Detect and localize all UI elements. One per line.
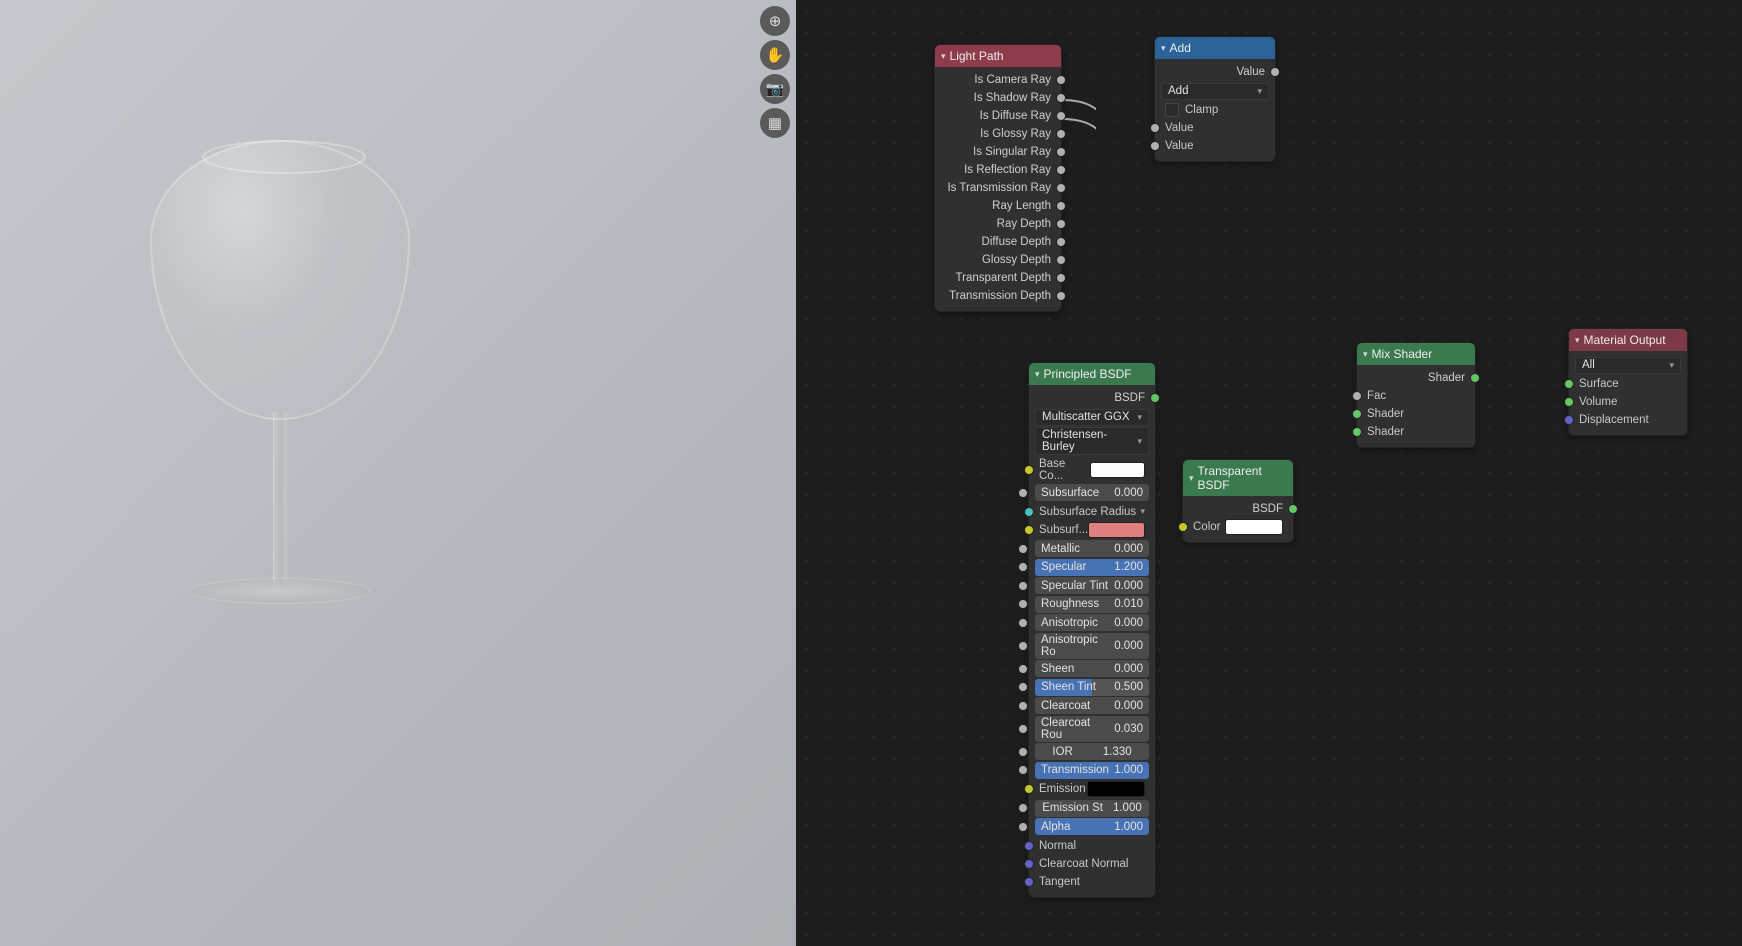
base-color-row[interactable]: Base Co... — [1035, 457, 1149, 483]
input-value-2[interactable]: Value — [1161, 137, 1269, 155]
output-is-diffuse-ray[interactable]: Is Diffuse Ray — [941, 107, 1055, 125]
input-fac[interactable]: Fac — [1363, 387, 1469, 405]
output-bsdf[interactable]: BSDF — [1189, 500, 1287, 518]
prop-alpha[interactable]: Alpha1.000 — [1035, 818, 1149, 835]
output-is-shadow-ray[interactable]: Is Shadow Ray — [941, 89, 1055, 107]
clamp-checkbox[interactable]: Clamp — [1161, 101, 1269, 119]
chevron-down-icon: ▾ — [941, 51, 946, 62]
chevron-down-icon: ▾ — [1363, 349, 1368, 360]
subsurf-color-swatch[interactable] — [1088, 522, 1145, 538]
emission-row[interactable]: Emission — [1035, 780, 1149, 798]
distribution-select[interactable]: Multiscatter GGX▾ — [1035, 409, 1149, 426]
chevron-down-icon: ▾ — [1035, 369, 1040, 380]
output-diffuse-depth[interactable]: Diffuse Depth — [941, 233, 1055, 251]
prop-roughness[interactable]: Roughness0.010 — [1035, 596, 1149, 613]
output-is-transmission-ray[interactable]: Is Transmission Ray — [941, 179, 1055, 197]
node-header-principled[interactable]: ▾ Principled BSDF — [1029, 363, 1155, 385]
prop-anisotropic-rotation[interactable]: Anisotropic Ro0.000 — [1035, 633, 1149, 659]
zoom-icon[interactable]: ⊕ — [760, 6, 790, 36]
prop-specular-tint[interactable]: Specular Tint0.000 — [1035, 577, 1149, 594]
input-clearcoat-normal[interactable]: Clearcoat Normal — [1035, 855, 1149, 873]
input-shader-2[interactable]: Shader — [1363, 423, 1469, 441]
output-bsdf[interactable]: BSDF — [1035, 389, 1149, 407]
input-surface[interactable]: Surface — [1575, 375, 1681, 393]
render-preview-glass — [140, 140, 420, 660]
output-is-camera-ray[interactable]: Is Camera Ray — [941, 71, 1055, 89]
render-viewport[interactable]: ⊕ ✋ 📷 ▦ — [0, 0, 796, 946]
base-color-swatch[interactable] — [1090, 462, 1145, 478]
output-is-reflection-ray[interactable]: Is Reflection Ray — [941, 161, 1055, 179]
prop-clearcoat-roughness[interactable]: Clearcoat Rou0.030 — [1035, 716, 1149, 742]
input-value-1[interactable]: Value — [1161, 119, 1269, 137]
operation-select[interactable]: Add▾ — [1161, 83, 1269, 100]
viewport-toolbar: ⊕ ✋ 📷 ▦ — [760, 6, 790, 138]
output-glossy-depth[interactable]: Glossy Depth — [941, 251, 1055, 269]
chevron-down-icon: ▾ — [1575, 335, 1580, 346]
node-editor[interactable]: ▾ Light Path Is Camera Ray Is Shadow Ray… — [796, 0, 1742, 946]
input-shader-1[interactable]: Shader — [1363, 405, 1469, 423]
prop-anisotropic[interactable]: Anisotropic0.000 — [1035, 614, 1149, 631]
subsurface-radius-row[interactable]: Subsurface Radius ▾ — [1035, 503, 1149, 521]
prop-metallic[interactable]: Metallic0.000 — [1035, 540, 1149, 557]
prop-sheen-tint[interactable]: Sheen Tint0.500 — [1035, 679, 1149, 696]
prop-clearcoat[interactable]: Clearcoat0.000 — [1035, 697, 1149, 714]
output-is-singular-ray[interactable]: Is Singular Ray — [941, 143, 1055, 161]
input-volume[interactable]: Volume — [1575, 393, 1681, 411]
output-value[interactable]: Value — [1161, 63, 1269, 81]
node-header-add[interactable]: ▾ Add — [1155, 37, 1275, 59]
output-transmission-depth[interactable]: Transmission Depth — [941, 287, 1055, 305]
prop-emission-strength[interactable]: Emission St1.000 — [1035, 800, 1149, 817]
node-principled-bsdf[interactable]: ▾ Principled BSDF BSDF Multiscatter GGX▾… — [1028, 362, 1156, 898]
node-header-light-path[interactable]: ▾ Light Path — [935, 45, 1061, 67]
node-title: Transparent BSDF — [1198, 464, 1285, 492]
prop-specular[interactable]: Specular1.200 — [1035, 559, 1149, 576]
emission-swatch[interactable] — [1087, 781, 1145, 797]
input-displacement[interactable]: Displacement — [1575, 411, 1681, 429]
node-header-transparent[interactable]: ▾ Transparent BSDF — [1183, 460, 1293, 496]
output-is-glossy-ray[interactable]: Is Glossy Ray — [941, 125, 1055, 143]
output-ray-length[interactable]: Ray Length — [941, 197, 1055, 215]
chevron-down-icon: ▾ — [1161, 43, 1166, 54]
node-header-material-output[interactable]: ▾ Material Output — [1569, 329, 1687, 351]
prop-ior[interactable]: IOR1.330 — [1035, 743, 1149, 760]
camera-icon[interactable]: 📷 — [760, 74, 790, 104]
input-tangent[interactable]: Tangent — [1035, 873, 1149, 891]
node-title: Light Path — [950, 49, 1004, 63]
target-select[interactable]: All▾ — [1575, 357, 1681, 374]
node-math-add[interactable]: ▾ Add Value Add▾ Clamp Value Value — [1154, 36, 1276, 162]
output-transparent-depth[interactable]: Transparent Depth — [941, 269, 1055, 287]
input-color[interactable]: Color — [1189, 518, 1287, 536]
grid-icon[interactable]: ▦ — [760, 108, 790, 138]
node-title: Principled BSDF — [1044, 367, 1132, 381]
subsurface-method-select[interactable]: Christensen-Burley▾ — [1035, 427, 1149, 455]
node-title: Material Output — [1584, 333, 1666, 347]
chevron-down-icon: ▾ — [1257, 86, 1262, 97]
node-title: Mix Shader — [1372, 347, 1433, 361]
node-light-path[interactable]: ▾ Light Path Is Camera Ray Is Shadow Ray… — [934, 44, 1062, 312]
prop-transmission[interactable]: Transmission1.000 — [1035, 762, 1149, 779]
node-header-mix-shader[interactable]: ▾ Mix Shader — [1357, 343, 1475, 365]
node-material-output[interactable]: ▾ Material Output All▾ Surface Volume Di… — [1568, 328, 1688, 436]
input-normal[interactable]: Normal — [1035, 837, 1149, 855]
prop-subsurface[interactable]: Subsurface0.000 — [1035, 484, 1149, 501]
node-transparent-bsdf[interactable]: ▾ Transparent BSDF BSDF Color — [1182, 459, 1294, 543]
chevron-down-icon: ▾ — [1189, 473, 1194, 484]
output-shader[interactable]: Shader — [1363, 369, 1469, 387]
node-mix-shader[interactable]: ▾ Mix Shader Shader Fac Shader Shader — [1356, 342, 1476, 448]
hand-icon[interactable]: ✋ — [760, 40, 790, 70]
prop-sheen[interactable]: Sheen0.000 — [1035, 660, 1149, 677]
node-title: Add — [1170, 41, 1191, 55]
transparent-color-swatch[interactable] — [1225, 519, 1283, 535]
subsurface-color-row[interactable]: Subsurf... — [1035, 521, 1149, 539]
output-ray-depth[interactable]: Ray Depth — [941, 215, 1055, 233]
